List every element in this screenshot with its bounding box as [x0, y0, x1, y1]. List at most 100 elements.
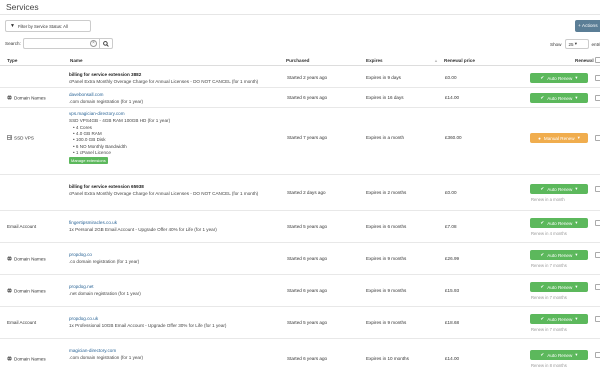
table-row: billing for service extension 3882 cPanel…: [0, 67, 600, 88]
table-row: Email Account propdog.co.uk 1x Professiona…: [0, 307, 600, 339]
service-link[interactable]: propdog.co: [69, 252, 92, 257]
service-description: 1x Personal 2GB Email Account - Upgrade …: [69, 227, 217, 232]
row-checkbox[interactable]: [595, 75, 600, 81]
expires-cell: Expires in 10 months: [366, 356, 409, 361]
service-title: billing for service extension 65938: [69, 184, 144, 189]
row-checkbox[interactable]: [595, 95, 600, 101]
service-link[interactable]: magician-directory.com: [69, 348, 116, 353]
table-row: Domain Names davebonsall.com .com domain r…: [0, 88, 600, 108]
table-row: SSD VPS vps.magician-directory.com SSD VPS…: [0, 108, 600, 175]
search-label: Search:: [5, 41, 21, 46]
type-cell: Domain Names: [7, 95, 46, 101]
expires-cell: Expires in 9 days: [366, 75, 401, 80]
renewal-note: Renew in a month: [531, 197, 565, 202]
server-icon: [7, 135, 12, 140]
service-description: cPanel Extra Monthly Overage Charge for …: [69, 191, 259, 196]
col-expires[interactable]: Expires: [366, 58, 383, 63]
type-cell: SSD VPS: [7, 135, 34, 141]
renewal-price-cell: £0.00: [445, 75, 457, 80]
renewal-sort-icon: ⇅: [589, 58, 593, 63]
status-filter-button[interactable]: ▼ Filter by Service Status: All: [5, 20, 91, 32]
renewal-button[interactable]: ✔ Auto Renew ▾: [530, 314, 588, 324]
expires-cell: Expires in 16 days: [366, 95, 404, 100]
service-link[interactable]: fingertipsmiracles.co.uk: [69, 220, 117, 225]
renewal-note: Renew in 7 months: [531, 295, 567, 300]
renewal-button[interactable]: ✔ Auto Renew ▾: [530, 282, 588, 292]
renewal-button[interactable]: ✔ Auto Renew ▾: [530, 93, 588, 103]
globe-icon: [7, 95, 12, 100]
caret-down-icon: ▾: [575, 220, 578, 225]
service-link[interactable]: vps.magician-directory.com: [69, 111, 125, 116]
service-title: billing for service extension 3882: [69, 72, 142, 77]
manage-extensions-button[interactable]: Manage extensions: [69, 157, 108, 164]
table-row: Email Account fingertipsmiracles.co.uk 1x …: [0, 211, 600, 243]
globe-icon: [7, 356, 12, 361]
renewal-price-cell: £14.00: [445, 95, 460, 100]
check-icon: ✔: [540, 252, 545, 257]
page-size-select[interactable]: 25 ▾: [564, 39, 589, 49]
type-label: Email Account: [7, 224, 37, 229]
col-renewal-price[interactable]: Renewal price: [444, 58, 475, 63]
caret-down-icon: ▾: [575, 316, 578, 321]
renewal-button[interactable]: ✔ Auto Renew ▾: [530, 184, 588, 194]
type-cell: Domain Names: [7, 256, 46, 262]
caret-down-icon: ▾: [575, 75, 578, 80]
spec-line: • 4 Cores: [73, 125, 92, 130]
renewal-note: Renew in 7 months: [531, 263, 567, 268]
globe-icon: [7, 288, 12, 293]
caret-down-icon: ▾: [577, 135, 580, 140]
check-icon: ✔: [540, 95, 545, 100]
filter-icon: ▼: [10, 23, 15, 29]
purchased-cell: Started 5 years ago: [287, 224, 328, 229]
service-link[interactable]: davebonsall.com: [69, 92, 103, 97]
clear-search-icon[interactable]: ×: [90, 40, 97, 47]
expires-cell: Expires in a month: [366, 135, 405, 140]
row-checkbox[interactable]: [595, 186, 600, 192]
renewal-price-cell: £360.00: [445, 135, 462, 140]
renewal-label: Auto Renew: [547, 75, 573, 81]
expires-cell: Expires in 9 months: [366, 256, 407, 261]
col-renewal-price-label: Renewal price: [444, 58, 475, 63]
renewal-price-cell: £0.00: [445, 190, 457, 195]
title-divider: [0, 14, 600, 15]
renewal-button[interactable]: ✔ Auto Renew ▾: [530, 73, 588, 83]
renewal-price-cell: £26.99: [445, 256, 460, 261]
search-button[interactable]: [99, 38, 113, 49]
renewal-button[interactable]: ✔ Auto Renew ▾: [530, 218, 588, 228]
service-link[interactable]: propdog.net: [69, 284, 94, 289]
type-cell: Domain Names: [7, 288, 46, 294]
spec-line: • 6 NO Monthly Bandwidth: [73, 143, 127, 149]
row-checkbox[interactable]: [595, 252, 600, 258]
select-all-checkbox[interactable]: [595, 57, 600, 63]
row-checkbox[interactable]: [595, 135, 600, 141]
row-checkbox[interactable]: [595, 316, 600, 322]
spec-line: • 100.0 GB Disk: [73, 137, 106, 143]
check-icon: ✔: [540, 284, 545, 289]
purchased-cell: Started 7 years ago: [287, 135, 328, 140]
col-type[interactable]: Type: [7, 58, 17, 63]
purchased-cell: Started 6 years ago: [287, 288, 328, 293]
search-input[interactable]: [23, 38, 100, 49]
renewal-button[interactable]: ● Manual Renew ▾: [530, 133, 588, 143]
renewal-label: Auto Renew: [547, 220, 573, 226]
row-checkbox[interactable]: [595, 220, 600, 226]
renewal-button[interactable]: ✔ Auto Renew ▾: [530, 350, 588, 360]
spec-line: • 4.0 GB RAM: [73, 131, 102, 137]
renewal-label: Auto Renew: [547, 352, 573, 358]
row-checkbox[interactable]: [595, 352, 600, 358]
row-checkbox[interactable]: [595, 284, 600, 290]
renewal-label: Manual Renew: [543, 135, 575, 141]
renewal-label: Auto Renew: [547, 284, 573, 290]
type-cell: Domain Names: [7, 356, 46, 362]
renewal-price-cell: £18.68: [445, 320, 460, 325]
col-name-label: Name: [70, 58, 83, 63]
renewal-button[interactable]: ✔ Auto Renew ▾: [530, 250, 588, 260]
col-purchased[interactable]: Purchased: [286, 58, 310, 63]
service-link[interactable]: propdog.co.uk: [69, 316, 98, 321]
col-name[interactable]: Name: [70, 58, 83, 63]
check-icon: ✔: [540, 352, 545, 357]
renewal-label: Auto Renew: [547, 316, 573, 322]
renewal-note: Renew in 8 months: [531, 363, 567, 368]
actions-button[interactable]: + Actions: [575, 20, 600, 32]
type-label: Domain Names: [14, 288, 46, 294]
